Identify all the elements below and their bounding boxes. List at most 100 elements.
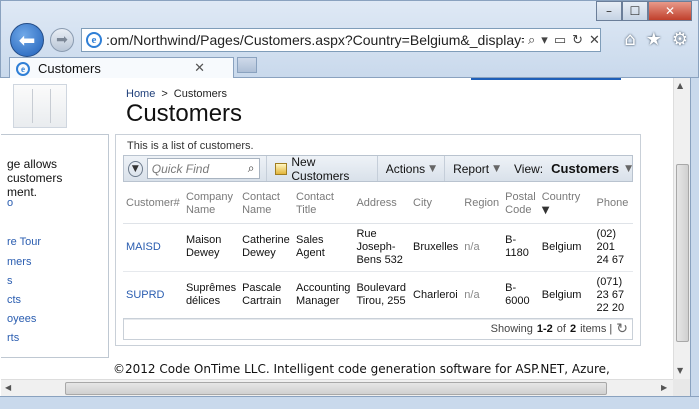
refresh-icon[interactable]: ↻ — [572, 33, 583, 48]
new-customers-label: New Customers — [291, 154, 350, 183]
sidebar-description: ge allows customers ment. — [7, 157, 63, 199]
page-content: ge allows customers ment. o re Tour mers… — [1, 78, 673, 379]
sidebar-item-reports[interactable]: rts — [7, 332, 19, 344]
cell-contact-title: Sales Agent — [293, 223, 354, 272]
panel-description: This is a list of customers. — [127, 140, 254, 152]
new-record-icon — [274, 162, 288, 175]
close-button[interactable]: ✕ — [648, 1, 692, 21]
quick-find-input[interactable] — [151, 161, 248, 176]
view-selector[interactable]: Customers — [551, 161, 619, 176]
cell-customer-id[interactable]: MAISD — [123, 223, 183, 272]
column-header-region[interactable]: Region — [461, 185, 503, 224]
back-button[interactable]: ⬅ — [10, 23, 44, 57]
favorites-star-icon[interactable]: ★ — [646, 29, 662, 50]
column-header-address[interactable]: Address — [353, 185, 411, 224]
ie-tab-icon: e — [16, 61, 30, 76]
cell-postal-code: B-1180 — [502, 223, 539, 272]
home-icon[interactable]: ⌂ — [624, 29, 635, 50]
filter-icon[interactable]: ▼ — [542, 205, 550, 216]
ie-icon: e — [86, 32, 102, 48]
pager-showing: Showing — [490, 323, 533, 335]
cell-company-name: Suprêmes délices — [182, 271, 240, 320]
column-header-contact-name[interactable]: Contact Name — [239, 185, 293, 224]
chevron-down-icon[interactable]: ▼ — [128, 160, 143, 177]
window-controls: – ☐ ✕ — [596, 1, 692, 21]
page-title: Customers — [126, 100, 243, 127]
search-icon[interactable]: ⌕ — [528, 33, 535, 48]
browser-tab[interactable]: e Customers ✕ — [9, 57, 234, 79]
pager-of: of — [556, 323, 566, 335]
chevron-down-icon: ▼ — [493, 163, 501, 174]
column-header-customer-id[interactable]: Customer# — [123, 185, 183, 224]
footer: ©2012 Code OnTime LLC. Intelligent code … — [113, 362, 610, 376]
horizontal-scrollbar[interactable]: ◀ ▶ — [1, 379, 673, 396]
cell-country: Belgium — [538, 271, 594, 320]
cell-city: Charleroi — [410, 271, 462, 320]
cell-phone: (02) 201 24 67 — [593, 223, 633, 272]
country-header-label: Country — [541, 190, 581, 203]
sidebar: ge allows customers ment. o re Tour mers… — [1, 134, 109, 358]
cell-address: Boulevard Tirou, 255 — [353, 271, 411, 320]
table-row[interactable]: SUPRD Suprêmes délices Pascale Cartrain … — [123, 271, 633, 320]
sidebar-item-products[interactable]: cts — [7, 294, 21, 306]
minimize-button[interactable]: – — [596, 1, 622, 21]
cell-city: Bruxelles — [410, 223, 462, 272]
column-header-contact-title[interactable]: Contact Title — [293, 185, 354, 224]
table-header-row: Customer# Company Name Contact Name Cont… — [123, 185, 633, 224]
cell-region: n/a — [461, 223, 503, 272]
logo — [13, 84, 67, 128]
window-frame-bottom — [0, 396, 699, 409]
window-frame-right — [690, 78, 699, 409]
refresh-icon[interactable]: ↻ — [616, 321, 628, 337]
address-text[interactable]: :om/Northwind/Pages/Customers.aspx?Count… — [106, 32, 524, 48]
customers-table: Customer# Company Name Contact Name Cont… — [123, 185, 633, 320]
dropdown-icon[interactable]: ▾ — [541, 33, 548, 48]
scroll-up-icon[interactable]: ▲ — [677, 81, 683, 90]
cell-contact-name: Pascale Cartrain — [239, 271, 293, 320]
column-header-city[interactable]: City — [410, 185, 462, 224]
top-accent-line — [471, 78, 621, 80]
horizontal-scroll-thumb[interactable] — [65, 382, 607, 395]
sidebar-item-0[interactable]: o — [7, 197, 13, 209]
table-row[interactable]: MAISD Maison Dewey Catherine Dewey Sales… — [123, 223, 633, 272]
actions-button[interactable]: Actions ▼ — [376, 156, 444, 181]
maximize-button[interactable]: ☐ — [622, 1, 648, 21]
breadcrumb-home[interactable]: Home — [126, 88, 155, 100]
column-header-postal-code[interactable]: Postal Code — [502, 185, 539, 224]
search-icon[interactable]: ⌕ — [248, 161, 255, 176]
scrollbar-corner — [673, 379, 690, 396]
address-bar[interactable]: e :om/Northwind/Pages/Customers.aspx?Cou… — [81, 28, 601, 52]
chevron-down-icon: ▼ — [429, 163, 437, 174]
gear-icon[interactable]: ⚙ — [672, 29, 688, 50]
scroll-down-icon[interactable]: ▼ — [677, 366, 683, 375]
cell-contact-name: Catherine Dewey — [239, 223, 293, 272]
scroll-left-icon[interactable]: ◀ — [5, 383, 11, 392]
cell-customer-id[interactable]: SUPRD — [123, 271, 183, 320]
cell-phone: (071) 23 67 22 20 — [593, 271, 633, 320]
sidebar-item-tour[interactable]: re Tour — [7, 236, 41, 248]
browser-toolbar-icons: ⌂ ★ ⚙ — [624, 29, 688, 50]
breadcrumb-current: Customers — [173, 88, 227, 100]
new-tab-button[interactable] — [237, 57, 257, 73]
column-header-phone[interactable]: Phone — [593, 185, 633, 224]
column-header-company-name[interactable]: Company Name — [182, 185, 240, 224]
scroll-right-icon[interactable]: ▶ — [661, 383, 667, 392]
sidebar-item-3[interactable]: s — [7, 275, 13, 287]
tab-label: Customers — [38, 61, 101, 76]
stop-icon[interactable]: ✕ — [589, 33, 600, 48]
forward-button[interactable]: ➡ — [50, 28, 74, 52]
report-label: Report — [453, 161, 490, 176]
compat-icon[interactable]: ▭ — [554, 33, 566, 48]
new-customers-button[interactable]: New Customers — [265, 154, 377, 183]
vertical-scroll-thumb[interactable] — [676, 164, 689, 342]
vertical-scrollbar[interactable]: ▲ ▼ — [673, 78, 690, 379]
browser-chrome: – ☐ ✕ ⬅ ➡ e :om/Northwind/Pages/Customer… — [0, 0, 699, 79]
tab-close-icon[interactable]: ✕ — [194, 61, 205, 76]
column-header-country[interactable]: Country ▼ — [538, 185, 594, 224]
report-button[interactable]: Report ▼ — [444, 156, 508, 181]
sidebar-item-customers[interactable]: mers — [7, 256, 31, 268]
chevron-down-icon[interactable]: ▼ — [625, 164, 632, 174]
view-label: View: — [514, 161, 544, 176]
data-toolbar: ▼ ⌕ New Customers Actions ▼ Report ▼ Vie… — [123, 154, 633, 183]
sidebar-item-employees[interactable]: oyees — [7, 313, 36, 325]
